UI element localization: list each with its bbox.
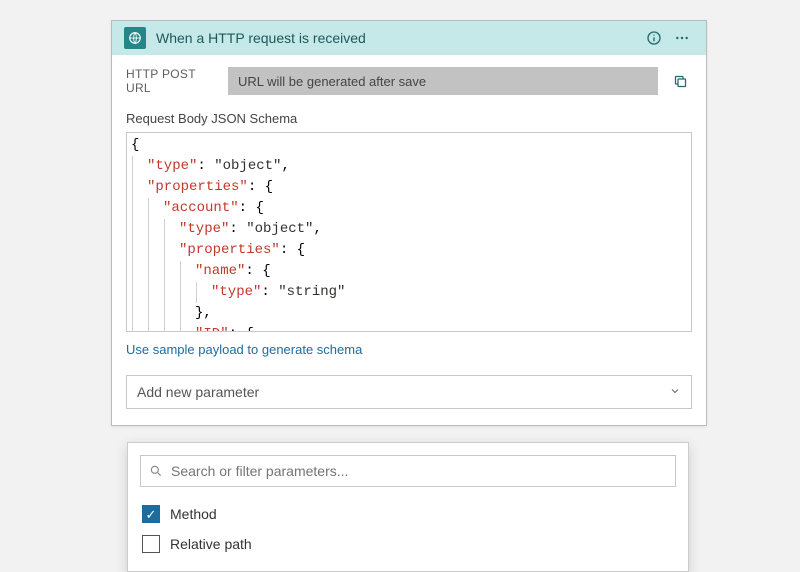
parameter-option[interactable]: Method bbox=[140, 499, 676, 529]
http-request-icon bbox=[124, 27, 146, 49]
add-parameter-label: Add new parameter bbox=[137, 384, 259, 400]
parameter-search-input[interactable] bbox=[171, 463, 667, 479]
url-label: HTTP POST URL bbox=[126, 67, 218, 95]
card-body: HTTP POST URL URL will be generated afte… bbox=[112, 55, 706, 425]
search-icon bbox=[149, 464, 163, 478]
use-sample-payload-link[interactable]: Use sample payload to generate schema bbox=[126, 342, 692, 357]
card-title: When a HTTP request is received bbox=[156, 30, 638, 46]
checkbox[interactable] bbox=[142, 505, 160, 523]
schema-editor[interactable]: {"type": "object","properties": {"accoun… bbox=[126, 132, 692, 332]
card-header[interactable]: When a HTTP request is received bbox=[112, 21, 706, 55]
parameter-option[interactable]: Relative path bbox=[140, 529, 676, 559]
checkbox[interactable] bbox=[142, 535, 160, 553]
chevron-down-icon bbox=[669, 384, 681, 400]
parameter-option-label: Method bbox=[170, 506, 217, 522]
parameter-dropdown-panel: Method Relative path bbox=[127, 442, 689, 572]
parameter-search[interactable] bbox=[140, 455, 676, 487]
parameter-option-label: Relative path bbox=[170, 536, 252, 552]
url-row: HTTP POST URL URL will be generated afte… bbox=[126, 67, 692, 95]
info-icon[interactable] bbox=[642, 26, 666, 50]
schema-label: Request Body JSON Schema bbox=[126, 111, 692, 126]
url-display: URL will be generated after save bbox=[228, 67, 658, 95]
more-icon[interactable] bbox=[670, 26, 694, 50]
add-parameter-dropdown[interactable]: Add new parameter bbox=[126, 375, 692, 409]
copy-url-icon[interactable] bbox=[668, 67, 692, 95]
trigger-card: When a HTTP request is received HTTP POS… bbox=[111, 20, 707, 426]
